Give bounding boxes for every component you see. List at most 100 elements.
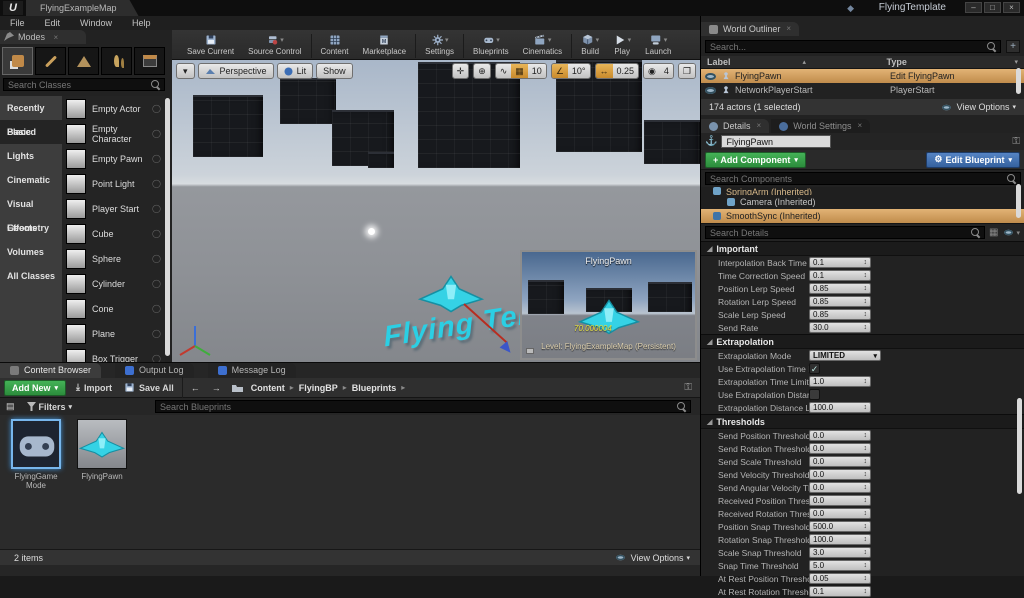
spinner-icon[interactable]: ↕	[864, 324, 868, 331]
expand-arrow-icon[interactable]: ◢	[707, 418, 712, 426]
close-icon[interactable]: ×	[858, 119, 863, 133]
add-component-button[interactable]: + Add Component▾	[705, 152, 806, 168]
details-tab[interactable]: Details×	[701, 119, 769, 133]
place-item[interactable]: Empty Actor ◯	[62, 96, 165, 121]
spinner-icon[interactable]: ↕	[864, 298, 868, 305]
minimize-button[interactable]: –	[965, 2, 982, 13]
property-matrix-icon[interactable]: ▦	[989, 227, 998, 238]
place-item[interactable]: Player Start ◯	[62, 196, 165, 221]
menu-item[interactable]: Window	[70, 16, 122, 30]
spinner-icon[interactable]: ↕	[864, 536, 868, 543]
close-icon[interactable]: ×	[54, 33, 59, 42]
spinner-icon[interactable]: ↕	[864, 510, 868, 517]
chevron-down-icon[interactable]: ▾	[1016, 229, 1020, 237]
edit-blueprint-button[interactable]: ⚙Edit Blueprint▾	[926, 152, 1020, 168]
display-filter-eye-icon[interactable]	[1005, 230, 1014, 236]
number-input[interactable]: 0.0↕	[809, 482, 871, 493]
toolbar-button[interactable]: ▾ Blueprints	[466, 30, 516, 60]
forward-button[interactable]: →	[206, 380, 227, 396]
outliner-search-input[interactable]: Search...	[705, 40, 1001, 53]
breadcrumb-item[interactable]: Blueprints	[349, 383, 400, 393]
close-icon[interactable]: ×	[757, 119, 762, 133]
paint-mode-button[interactable]	[35, 47, 66, 75]
visibility-eye-icon[interactable]	[705, 73, 716, 80]
number-input[interactable]: 0.85↕	[809, 283, 871, 294]
component-row[interactable]: SmoothSync (Inherited)	[701, 209, 1024, 223]
components-scrollbar[interactable]	[1016, 184, 1021, 218]
toolbar-button[interactable]: ▾ Build	[574, 30, 606, 60]
number-input[interactable]: 0.85↕	[809, 309, 871, 320]
bottom-tab[interactable]: Content Browser	[0, 363, 101, 378]
number-input[interactable]: 0.0↕	[809, 430, 871, 441]
filters-button[interactable]: Filters▾	[21, 399, 79, 415]
spinner-icon[interactable]: ↕	[864, 562, 868, 569]
category-item[interactable]: Geometry	[0, 216, 62, 240]
place-item[interactable]: Sphere ◯	[62, 246, 165, 271]
perspective-button[interactable]: Perspective	[198, 63, 274, 79]
close-icon[interactable]: ×	[786, 22, 791, 36]
number-input[interactable]: 1.0↕	[809, 376, 871, 387]
toolbar-button[interactable]: ▾ Settings	[418, 30, 461, 60]
spinner-icon[interactable]: ↕	[864, 272, 868, 279]
chevron-down-icon[interactable]: ▾	[280, 36, 284, 44]
world-settings-tab[interactable]: World Settings×	[771, 119, 870, 133]
preview-resize-handle[interactable]	[526, 348, 534, 354]
close-button[interactable]: ×	[1003, 2, 1020, 13]
number-input[interactable]: 0.1↕	[809, 586, 871, 597]
visibility-eye-icon[interactable]	[705, 87, 716, 94]
spinner-icon[interactable]: ↕	[864, 445, 868, 452]
chevron-down-icon[interactable]: ▾	[548, 36, 552, 44]
outliner-view-options[interactable]: View Options▾	[941, 102, 1016, 112]
view-options-button[interactable]: View Options▾	[615, 553, 690, 563]
category-item[interactable]: Visual Effects	[0, 192, 62, 216]
grid-snap-value[interactable]: 10	[528, 64, 546, 78]
number-input[interactable]: 0.0↕	[809, 495, 871, 506]
maximize-viewport-button[interactable]: ❐	[679, 64, 695, 78]
number-input[interactable]: 0.0↕	[809, 469, 871, 480]
world-local-toggle[interactable]: ⊕	[474, 64, 490, 78]
add-new-button[interactable]: Add New▾	[4, 380, 66, 396]
camera-speed-icon[interactable]: ◉	[644, 64, 660, 78]
viewport-options-button[interactable]: ▾	[176, 63, 195, 79]
number-input[interactable]: 3.0↕	[809, 547, 871, 558]
breadcrumb-item[interactable]: Content	[248, 383, 288, 393]
search-details-input[interactable]: Search Details	[705, 226, 985, 239]
category-item[interactable]: Volumes	[0, 240, 62, 264]
spinner-icon[interactable]: ↕	[864, 285, 868, 292]
expand-arrow-icon[interactable]: ◢	[707, 245, 712, 253]
toolbar-button[interactable]: ▾ Source Control	[241, 30, 308, 60]
category-item[interactable]: Recently Placed	[0, 96, 62, 120]
menu-item[interactable]: Help	[122, 16, 161, 30]
type-filter-icon[interactable]: ▾	[1014, 58, 1018, 66]
menu-item[interactable]: Edit	[35, 16, 71, 30]
type-column-header[interactable]: Type	[886, 57, 1014, 67]
details-scrollbar[interactable]	[1017, 398, 1022, 494]
map-tab[interactable]: FlyingExampleMap	[26, 0, 139, 16]
number-input[interactable]: 0.85↕	[809, 296, 871, 307]
world-outliner-tab[interactable]: World Outliner×	[701, 22, 799, 36]
rotation-snap-icon[interactable]: ∠	[552, 64, 568, 78]
number-input[interactable]: 30.0↕	[809, 322, 871, 333]
spinner-icon[interactable]: ↕	[864, 471, 868, 478]
landscape-mode-button[interactable]	[68, 47, 99, 75]
expand-arrow-icon[interactable]: ◢	[707, 338, 712, 346]
menu-item[interactable]: File	[0, 16, 35, 30]
camera-preview-window[interactable]: FlyingPawn 70.000004 Level: FlyingExampl…	[520, 250, 697, 360]
chevron-down-icon[interactable]: ▾	[628, 36, 632, 44]
bottom-tab[interactable]: Message Log	[208, 363, 296, 378]
asset-item[interactable]: FlyingGame Mode	[8, 419, 64, 490]
number-input[interactable]: 0.1↕	[809, 257, 871, 268]
category-item[interactable]: Cinematic	[0, 168, 62, 192]
spinner-icon[interactable]: ↕	[864, 575, 868, 582]
transform-gizmo-button[interactable]: ✛	[453, 64, 469, 78]
place-item[interactable]: Cube ◯	[62, 221, 165, 246]
place-item[interactable]: Empty Pawn ◯	[62, 146, 165, 171]
import-button[interactable]: ⤓Import	[70, 380, 118, 396]
grid-snap-icon[interactable]: ▦	[511, 64, 528, 78]
place-item[interactable]: Plane ◯	[62, 321, 165, 346]
back-button[interactable]: ←	[185, 380, 206, 396]
spinner-icon[interactable]: ↕	[864, 432, 868, 439]
save-all-button[interactable]: Save All	[118, 380, 180, 396]
surface-snap-button[interactable]: ∿	[496, 64, 512, 78]
restore-button[interactable]: □	[984, 2, 1001, 13]
